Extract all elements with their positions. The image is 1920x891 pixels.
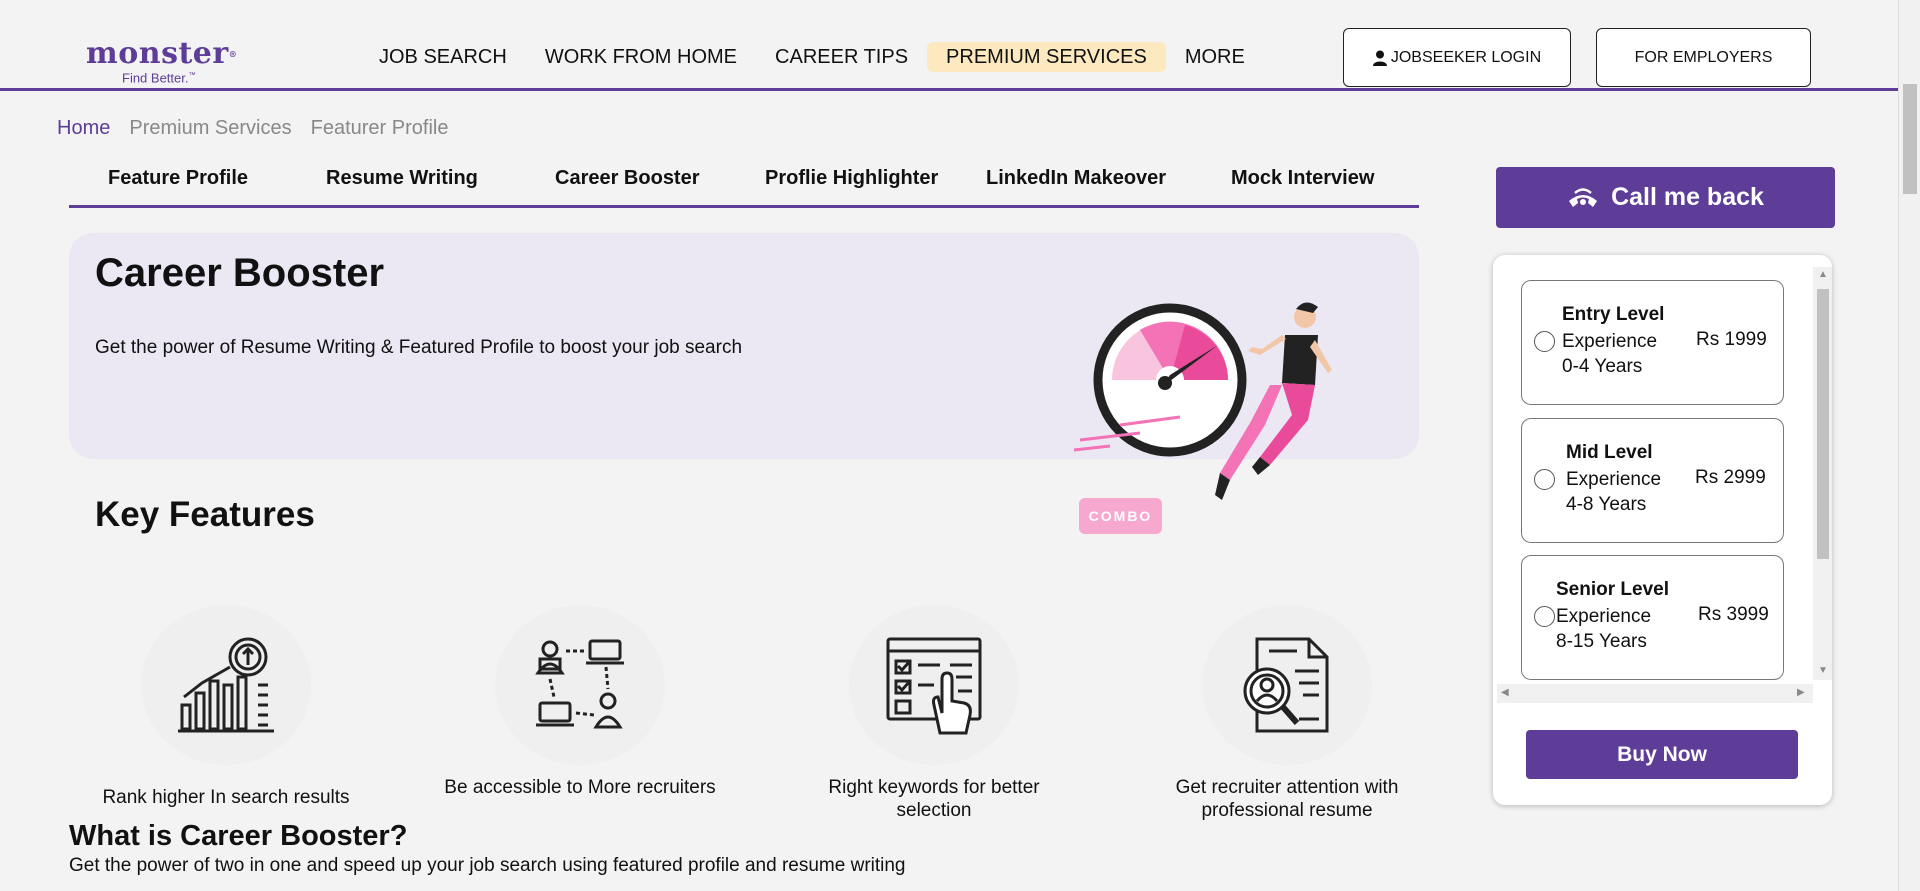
feature-item: Get recruiter attention with professiona… xyxy=(1147,605,1427,821)
service-tabs: Feature Profile Resume Writing Career Bo… xyxy=(69,160,1419,208)
call-me-back-button[interactable]: Call me back xyxy=(1496,167,1835,228)
plan-radio[interactable] xyxy=(1534,469,1555,490)
breadcrumb: Home Premium Services Featurer Profile xyxy=(57,117,448,140)
network-people-icon xyxy=(535,639,624,729)
site-header: monster® Find Better.™ JOB SEARCH WORK F… xyxy=(0,0,1898,91)
feature-item: Right keywords for better selection xyxy=(794,605,1074,821)
plans-vertical-scrollbar[interactable]: ▲ ▼ xyxy=(1813,267,1832,680)
user-icon xyxy=(1372,50,1387,66)
tab-profile-highlighter[interactable]: Proflie Highlighter xyxy=(765,167,938,190)
phone-call-icon xyxy=(1569,187,1598,207)
buy-now-label: Buy Now xyxy=(1617,742,1707,766)
tab-career-booster[interactable]: Career Booster xyxy=(555,167,700,190)
what-is-description: Get the power of two in one and speed up… xyxy=(69,855,906,876)
nav-premium-services[interactable]: PREMIUM SERVICES xyxy=(927,42,1166,72)
plans-scroll-area[interactable]: Entry Level Experience 0-4 Years Rs 1999 … xyxy=(1493,265,1832,705)
plan-name: Senior Level xyxy=(1556,579,1669,600)
feature-label: Get recruiter attention with professiona… xyxy=(1175,777,1399,821)
plan-experience: Experience 8-15 Years xyxy=(1556,606,1652,652)
plan-experience: Experience 4-8 Years xyxy=(1566,469,1662,515)
nav-career-tips[interactable]: CAREER TIPS xyxy=(756,42,927,72)
nav-work-from-home[interactable]: WORK FROM HOME xyxy=(526,42,756,72)
breadcrumb-current: Featurer Profile xyxy=(310,117,449,139)
logo-word: monster xyxy=(86,36,229,71)
plan-name: Entry Level xyxy=(1562,304,1665,325)
for-employers-button[interactable]: FOR EMPLOYERS xyxy=(1596,28,1811,87)
buy-now-button[interactable]: Buy Now xyxy=(1526,730,1798,779)
plan-entry-level[interactable]: Entry Level Experience 0-4 Years Rs 1999 xyxy=(1521,280,1784,405)
scroll-up-icon[interactable]: ▲ xyxy=(1818,269,1828,280)
checklist-click-icon xyxy=(886,637,982,735)
breadcrumb-home[interactable]: Home xyxy=(57,117,110,140)
plans-horizontal-scrollbar[interactable]: ◀ ▶ xyxy=(1497,684,1813,703)
key-features-title: Key Features xyxy=(95,495,315,534)
monster-logo[interactable]: monster® Find Better.™ xyxy=(86,39,246,86)
plan-radio[interactable] xyxy=(1534,331,1555,352)
page-scrollbar-thumb[interactable] xyxy=(1903,84,1917,194)
combo-badge: COMBO xyxy=(1079,498,1162,534)
page-scrollbar[interactable] xyxy=(1898,0,1920,891)
scroll-down-icon[interactable]: ▼ xyxy=(1818,665,1828,676)
plan-price: Rs 2999 xyxy=(1695,467,1766,488)
for-employers-label: FOR EMPLOYERS xyxy=(1634,48,1773,66)
breadcrumb-premium-services[interactable]: Premium Services xyxy=(129,117,291,140)
feature-label: Right keywords for better selection xyxy=(828,777,1040,821)
plan-mid-level[interactable]: Mid Level Experience 4-8 Years Rs 2999 xyxy=(1521,418,1784,543)
plan-price: Rs 1999 xyxy=(1696,329,1767,350)
nav-job-search[interactable]: JOB SEARCH xyxy=(360,42,526,72)
tab-feature-profile[interactable]: Feature Profile xyxy=(108,167,248,190)
feature-item: Be accessible to More recruiters xyxy=(440,605,720,798)
plan-senior-level[interactable]: Senior Level Experience 8-15 Years Rs 399… xyxy=(1521,555,1784,680)
scroll-left-icon[interactable]: ◀ xyxy=(1501,687,1509,698)
tab-mock-interview[interactable]: Mock Interview xyxy=(1231,167,1374,190)
ranking-chart-icon xyxy=(178,637,274,733)
resume-search-icon xyxy=(1243,637,1329,733)
feature-label: Be accessible to More recruiters xyxy=(444,777,716,798)
tab-resume-writing[interactable]: Resume Writing xyxy=(326,167,478,190)
call-me-back-label: Call me back xyxy=(1611,183,1764,211)
jobseeker-login-button[interactable]: JOBSEEKER LOGIN xyxy=(1343,28,1571,87)
what-is-title: What is Career Booster? xyxy=(69,820,408,852)
hero-subtitle: Get the power of Resume Writing & Featur… xyxy=(95,337,743,358)
plan-name: Mid Level xyxy=(1566,442,1653,463)
pricing-plans-panel: Entry Level Experience 0-4 Years Rs 1999 … xyxy=(1493,255,1832,805)
scrollbar-thumb[interactable] xyxy=(1817,289,1829,559)
main-nav: JOB SEARCH WORK FROM HOME CAREER TIPS PR… xyxy=(360,42,1264,72)
tab-linkedin-makeover[interactable]: LinkedIn Makeover xyxy=(986,167,1166,190)
plan-experience: Experience 0-4 Years xyxy=(1562,331,1658,377)
scroll-right-icon[interactable]: ▶ xyxy=(1797,687,1805,698)
nav-more[interactable]: MORE xyxy=(1166,42,1264,72)
jobseeker-login-label: JOBSEEKER LOGIN xyxy=(1390,48,1542,66)
plan-radio[interactable] xyxy=(1534,606,1555,627)
feature-label: Rank higher In search results xyxy=(102,787,350,808)
page-title: Career Booster xyxy=(95,251,385,295)
plan-price: Rs 3999 xyxy=(1698,604,1769,625)
feature-item: Rank higher In search results xyxy=(86,605,366,808)
